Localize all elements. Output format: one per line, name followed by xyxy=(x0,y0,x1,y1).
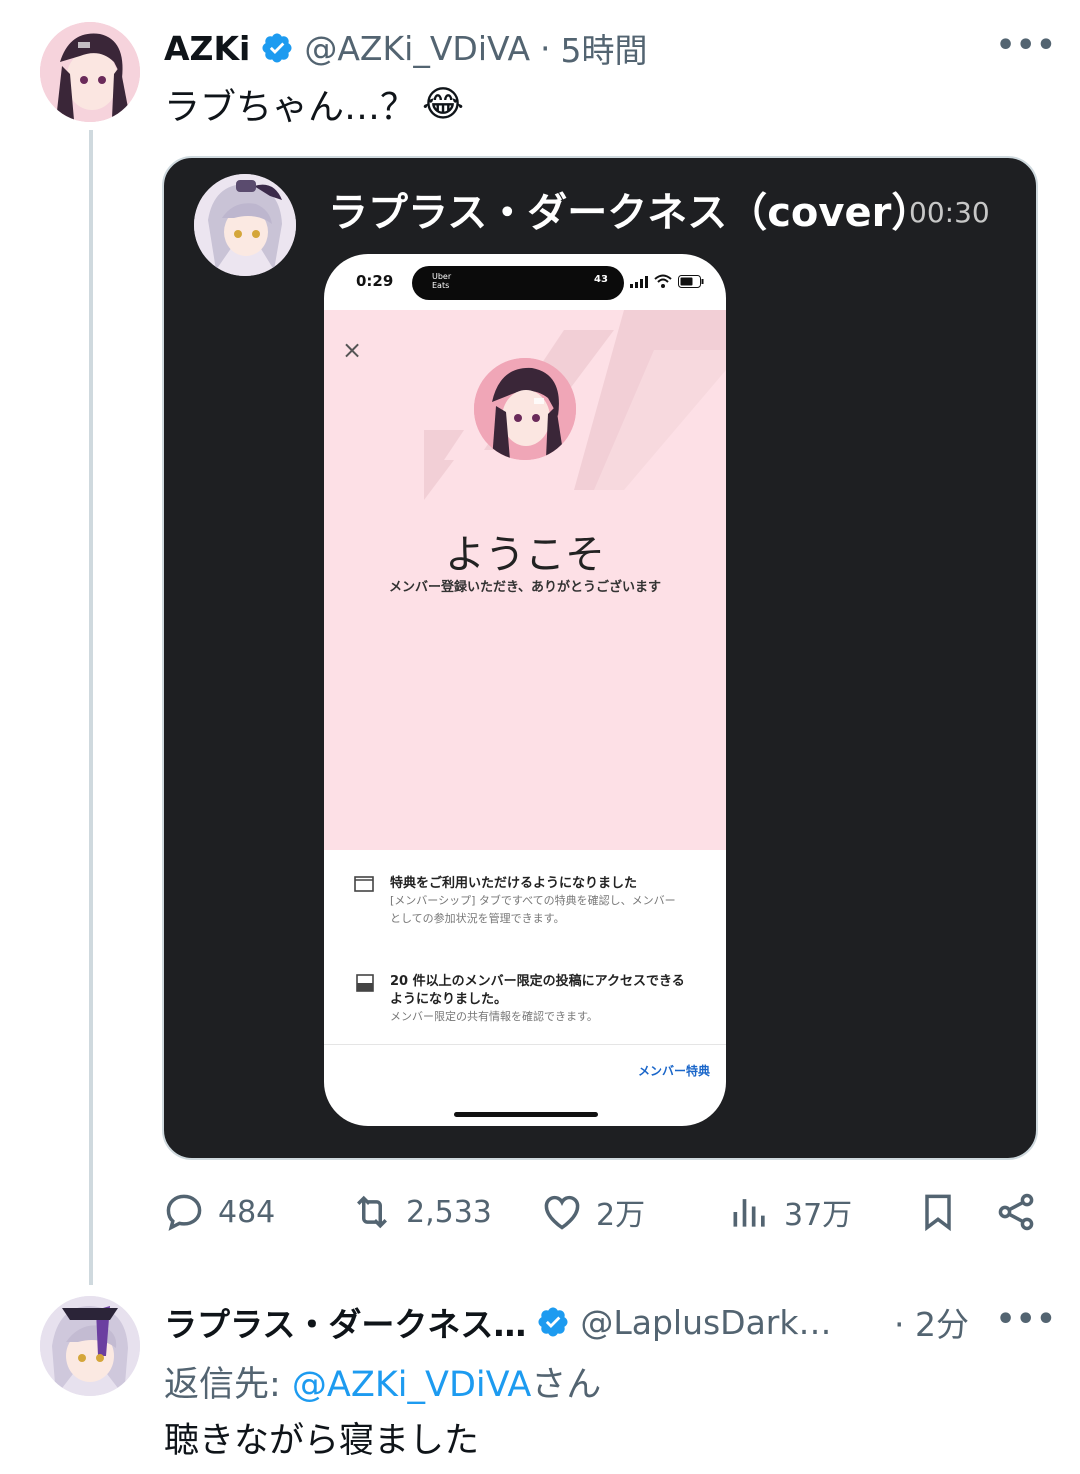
channel-name: ラプラス・ダークネス（cover） xyxy=(328,190,932,236)
video-timestamp: 00:30 xyxy=(909,196,990,229)
member-benefits-link: メンバー特典 xyxy=(638,1064,711,1078)
reply-button[interactable]: 484 xyxy=(162,1190,275,1234)
benefit2-desc: メンバー限定の共有情報を確認できます。 xyxy=(390,1010,598,1023)
welcome-subtitle: メンバー登録いただき、ありがとうございます xyxy=(388,580,662,595)
heart-icon xyxy=(544,1195,580,1230)
retweet-count: 2,533 xyxy=(406,1194,492,1230)
welcome-title: ようこそ xyxy=(445,532,605,578)
card-icon xyxy=(354,876,374,892)
reply-author-avatar[interactable] xyxy=(40,1296,140,1396)
like-count: 2万 xyxy=(596,1198,646,1233)
channel-avatar xyxy=(194,174,296,276)
bookmark-button[interactable] xyxy=(916,1190,960,1234)
reply-to-suffix: さん xyxy=(531,1365,602,1405)
thread-line xyxy=(89,130,93,1285)
post-icon xyxy=(356,974,374,992)
signal-icon xyxy=(630,276,648,288)
battery-icon xyxy=(678,275,704,288)
status-time: 0:29 xyxy=(356,272,394,290)
share-icon xyxy=(998,1193,1034,1231)
verified-badge-icon xyxy=(538,1307,568,1337)
author-handle[interactable]: @AZKi_VDiVA xyxy=(304,29,530,68)
home-indicator xyxy=(454,1112,598,1117)
reply-to-line: 返信先: @AZKi_VDiVAさん xyxy=(164,1356,601,1407)
reply-to-prefix: 返信先: xyxy=(164,1365,292,1405)
benefit1-desc-line1: [メンバーシップ] タブですべての特典を確認し、メンバー xyxy=(390,894,676,907)
views-button[interactable]: 37万 xyxy=(728,1190,852,1234)
island-count: 43 xyxy=(594,274,608,285)
benefit2-title-line1: 20 件以上のメンバー限定の投稿にアクセスできる xyxy=(390,974,685,989)
reply-more-options-icon[interactable]: ••• xyxy=(996,1302,1057,1337)
bookmark-icon xyxy=(925,1194,951,1232)
views-count: 37万 xyxy=(784,1198,853,1233)
phone-screen: 0:29 Uber Eats 43 × ようこそ メンバー登録いただき、ありがと… xyxy=(324,254,726,1126)
reply-text: 聴きながら寝ました xyxy=(164,1421,480,1461)
separator-dot: · xyxy=(540,28,551,68)
author-avatar[interactable] xyxy=(40,22,140,122)
benefit2-title-line2: ようになりました。 xyxy=(390,992,508,1007)
wifi-icon xyxy=(654,274,672,288)
dynamic-island: Uber Eats 43 xyxy=(412,266,624,300)
reply-time[interactable]: · 2分 xyxy=(894,1298,969,1346)
views-icon xyxy=(733,1199,765,1227)
tweet-text: ラブちゃん…？ xyxy=(164,87,417,128)
tears-of-joy-emoji-icon: 😂 xyxy=(422,83,465,125)
reply-author-handle[interactable]: @LaplusDark… xyxy=(580,1303,831,1342)
reply-count: 484 xyxy=(218,1194,276,1230)
reply-to-mention[interactable]: @AZKi_VDiVA xyxy=(292,1365,531,1405)
share-button[interactable] xyxy=(994,1190,1038,1234)
verified-badge-icon xyxy=(262,33,292,63)
reply-author-name[interactable]: ラプラス・ダークネス… xyxy=(164,1298,526,1346)
more-options-icon[interactable]: ••• xyxy=(996,28,1057,63)
tweet-time[interactable]: 5時間 xyxy=(561,24,648,72)
author-name[interactable]: AZKi xyxy=(164,29,250,68)
benefit1-desc-line2: としての参加状況を管理できます。 xyxy=(390,912,565,925)
retweet-button[interactable]: 2,533 xyxy=(350,1190,492,1234)
media-video[interactable]: ラプラス・ダークネス（cover） 00:30 0:29 Uber Eats 4… xyxy=(162,156,1038,1160)
reply-icon xyxy=(166,1194,202,1231)
member-avatar xyxy=(474,358,576,460)
welcome-banner: × ようこそ メンバー登録いただき、ありがとうございます xyxy=(324,310,726,850)
divider xyxy=(324,1044,726,1045)
island-app-label: Uber Eats xyxy=(432,272,452,290)
like-button[interactable]: 2万 xyxy=(540,1190,645,1234)
retweet-icon xyxy=(357,1195,387,1229)
close-icon: × xyxy=(342,336,363,364)
status-bar: 0:29 Uber Eats 43 xyxy=(324,254,726,310)
benefit1-title: 特典をご利用いただけるようになりました xyxy=(390,876,638,891)
